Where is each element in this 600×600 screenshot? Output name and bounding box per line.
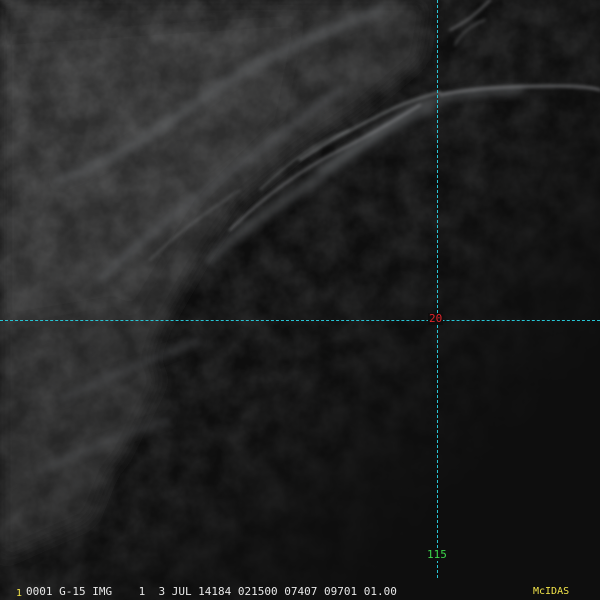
latitude-label: 20 xyxy=(428,312,444,325)
longitude-gridline xyxy=(437,0,438,578)
mcidas-logo: McIDAS xyxy=(533,586,570,597)
status-bar: 1 0001 G-15 IMG 1 3 JUL 14184 021500 074… xyxy=(0,584,600,600)
frame-number: 1 xyxy=(16,588,23,599)
latitude-gridline xyxy=(0,320,600,321)
satellite-cloud-image xyxy=(0,0,600,600)
image-info-text: 0001 G-15 IMG 1 3 JUL 14184 021500 07407… xyxy=(26,585,397,598)
longitude-label: 115 xyxy=(426,548,448,561)
satellite-frame: 20 115 1 0001 G-15 IMG 1 3 JUL 14184 021… xyxy=(0,0,600,600)
